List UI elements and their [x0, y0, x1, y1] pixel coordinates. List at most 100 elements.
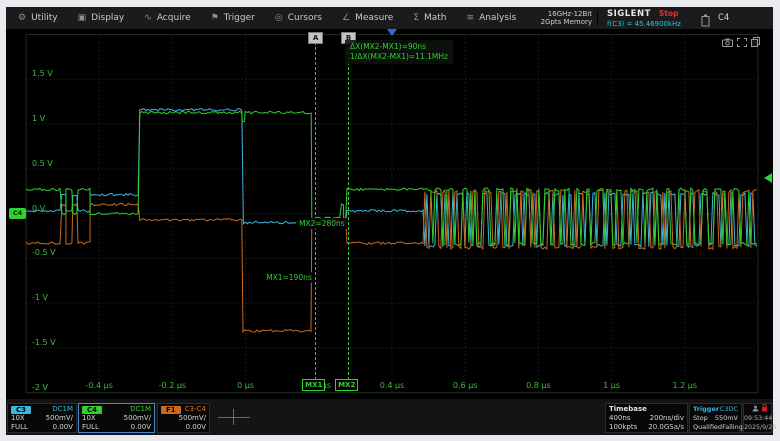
- v-axis-label: -1 V: [32, 293, 48, 302]
- timebase-scale: 200ns/div: [650, 414, 684, 423]
- trigger-type: Qualified: [693, 423, 722, 432]
- t-axis-label: 0.8 µs: [518, 381, 558, 390]
- c3-coupling: DC1M: [52, 405, 73, 414]
- trigger-slope: Falling: [722, 423, 743, 432]
- trigger-status: Stop: [693, 414, 708, 423]
- menu-bar: ⚙Utility▣Display∿Acquire⚑Trigger◎Cursors…: [6, 7, 773, 29]
- trace-c4: [26, 111, 757, 245]
- c4-offset: 0.00V: [131, 423, 151, 432]
- menu-item-measure[interactable]: ∠Measure: [332, 7, 403, 29]
- c4-badge: C4: [82, 406, 102, 414]
- v-axis-label: -2 V: [32, 383, 48, 392]
- t-axis-label: 1 µs: [592, 381, 632, 390]
- timebase-rate: 20.0GSa/s: [648, 423, 684, 432]
- utility-icon: ⚙: [18, 14, 26, 23]
- menu-item-display[interactable]: ▣Display: [68, 7, 135, 29]
- oscilloscope-screenshot: ⚙Utility▣Display∿Acquire⚑Trigger◎Cursors…: [0, 0, 780, 441]
- v-axis-label: 0.5 V: [32, 159, 53, 168]
- t-axis-label: -0.2 µs: [152, 381, 192, 390]
- bandwidth-label: 16GHz-12Bit: [522, 10, 592, 18]
- menu-item-analysis[interactable]: ≡Analysis: [457, 7, 527, 29]
- datetime-box[interactable]: 09:53:44 2025/9/26: [743, 403, 772, 433]
- trigger-title: Trigger: [693, 405, 719, 414]
- t-axis-label: 0.6 µs: [445, 381, 485, 390]
- acquisition-status[interactable]: Stop: [659, 9, 679, 18]
- menu-items: ⚙Utility▣Display∿Acquire⚑Trigger◎Cursors…: [8, 7, 526, 29]
- t-axis-label: 0.4 µs: [372, 381, 412, 390]
- c4-bandwidth: FULL: [82, 423, 99, 432]
- frequency-counter: f(C3) = 45.46900kHz: [607, 20, 695, 28]
- v-axis-label: -1.5 V: [32, 338, 56, 347]
- trigger-level-marker[interactable]: [764, 173, 772, 183]
- t-axis-label: 0 µs: [226, 381, 266, 390]
- waveform-screen: 1.5 V 1 V 0.5 V 0 V -0.5 V -1 V -1.5 V -2 V -0.4…: [6, 29, 773, 399]
- c3-offset: 0.00V: [53, 423, 73, 432]
- menu-item-acquire[interactable]: ∿Acquire: [134, 7, 200, 29]
- cursor-delta-x: ΔX(MX2-MX1)=90ns: [350, 42, 448, 52]
- trigger-icon: ⚑: [211, 14, 219, 23]
- c3-probe: 10X: [11, 414, 25, 423]
- timebase-box[interactable]: Timebase 400ns 200ns/div 100kpts 20.0GSa…: [605, 403, 688, 433]
- menu-item-cursors[interactable]: ◎Cursors: [265, 7, 332, 29]
- f1-badge: F1: [161, 406, 181, 414]
- fullscreen-icon[interactable]: [737, 32, 747, 51]
- c4-scale: 500mV/: [124, 414, 151, 423]
- memory-label: 2Gpts Memory: [522, 18, 592, 26]
- channel-box-c3[interactable]: C3 DC1M 10X 500mV/ FULL 0.00V: [7, 403, 77, 433]
- menu-item-utility[interactable]: ⚙Utility: [8, 7, 68, 29]
- cursor-mx2-box[interactable]: MX2: [335, 379, 358, 391]
- timebase-title: Timebase: [609, 405, 647, 414]
- c3-bandwidth: FULL: [11, 423, 28, 432]
- trigger-level: 550mV: [715, 414, 738, 423]
- screenshot-camera-icon[interactable]: [722, 32, 733, 51]
- c3-scale: 500mV/: [46, 414, 73, 423]
- trigger-source: C3DC: [720, 405, 738, 414]
- trigger-delay-marker[interactable]: [387, 29, 397, 36]
- status-bar: C3 DC1M 10X 500mV/ FULL 0.00V C4 DC1M: [6, 399, 773, 435]
- mx1-value-label: MX1=190ns: [263, 272, 315, 283]
- menu-item-math[interactable]: ΣMath: [403, 7, 456, 29]
- waveform-canvas: [6, 29, 773, 399]
- brand-block: SIGLENT Stop f(C3) = 45.46900kHz: [607, 9, 695, 28]
- cursor-mx1-box[interactable]: MX1: [302, 379, 325, 391]
- active-channel-label[interactable]: C4: [718, 13, 729, 23]
- f1-offset: 0.00V: [186, 423, 206, 432]
- f1-scale: 500mV/: [179, 414, 206, 423]
- cursors-icon: ◎: [275, 14, 283, 23]
- cursor-a-flag[interactable]: A: [308, 32, 323, 44]
- oscilloscope-window: ⚙Utility▣Display∿Acquire⚑Trigger◎Cursors…: [6, 7, 773, 435]
- channel-box-f1[interactable]: F1 C3-C4 500mV/ 0.00V: [157, 403, 210, 433]
- clock-date: 2025/9/26: [744, 423, 771, 432]
- c4-probe: 10X: [82, 414, 96, 423]
- cursor-b-line[interactable]: [348, 42, 349, 380]
- brand-logo: SIGLENT: [607, 9, 651, 19]
- analysis-icon: ≡: [467, 14, 475, 23]
- v-axis-label: 1.5 V: [32, 69, 53, 78]
- v-axis-label: -0.5 V: [32, 248, 56, 257]
- c4-coupling: DC1M: [130, 405, 151, 414]
- mx2-value-label: MX2=280ns: [296, 218, 348, 229]
- trigger-box[interactable]: Trigger C3DC Stop 550mV Qualified Fallin…: [689, 403, 742, 433]
- timebase-delay: 400ns: [609, 414, 630, 423]
- measure-icon: ∠: [342, 14, 350, 23]
- clock-time: 09:53:44: [744, 414, 771, 423]
- user-icon: [752, 405, 759, 415]
- t-axis-label: -0.4 µs: [79, 381, 119, 390]
- cursor-a-line[interactable]: [315, 42, 316, 380]
- display-icon: ▣: [78, 14, 87, 23]
- v-axis-label: 1 V: [32, 114, 45, 123]
- v-axis-label: 0 V: [32, 204, 45, 213]
- c3-badge: C3: [11, 406, 31, 414]
- cursor-inverse-delta-x: 1/ΔX(MX2-MX1)=11.1MHz: [350, 52, 448, 62]
- channel-box-c4[interactable]: C4 DC1M 10X 500mV/ FULL 0.00V: [78, 403, 155, 433]
- t-axis-label: 1.2 µs: [665, 381, 705, 390]
- math-icon: Σ: [413, 14, 419, 23]
- menu-item-trigger[interactable]: ⚑Trigger: [201, 7, 265, 29]
- copy-page-icon[interactable]: [751, 32, 760, 51]
- f1-source: C3-C4: [185, 405, 206, 414]
- acquire-icon: ∿: [144, 14, 152, 23]
- cursor-readout: ΔX(MX2-MX1)=90ns 1/ΔX(MX2-MX1)=11.1MHz: [345, 40, 453, 64]
- timebase-points: 100kpts: [609, 423, 637, 432]
- channel-ground-marker[interactable]: C4: [9, 208, 26, 219]
- trace-c3: [26, 109, 757, 248]
